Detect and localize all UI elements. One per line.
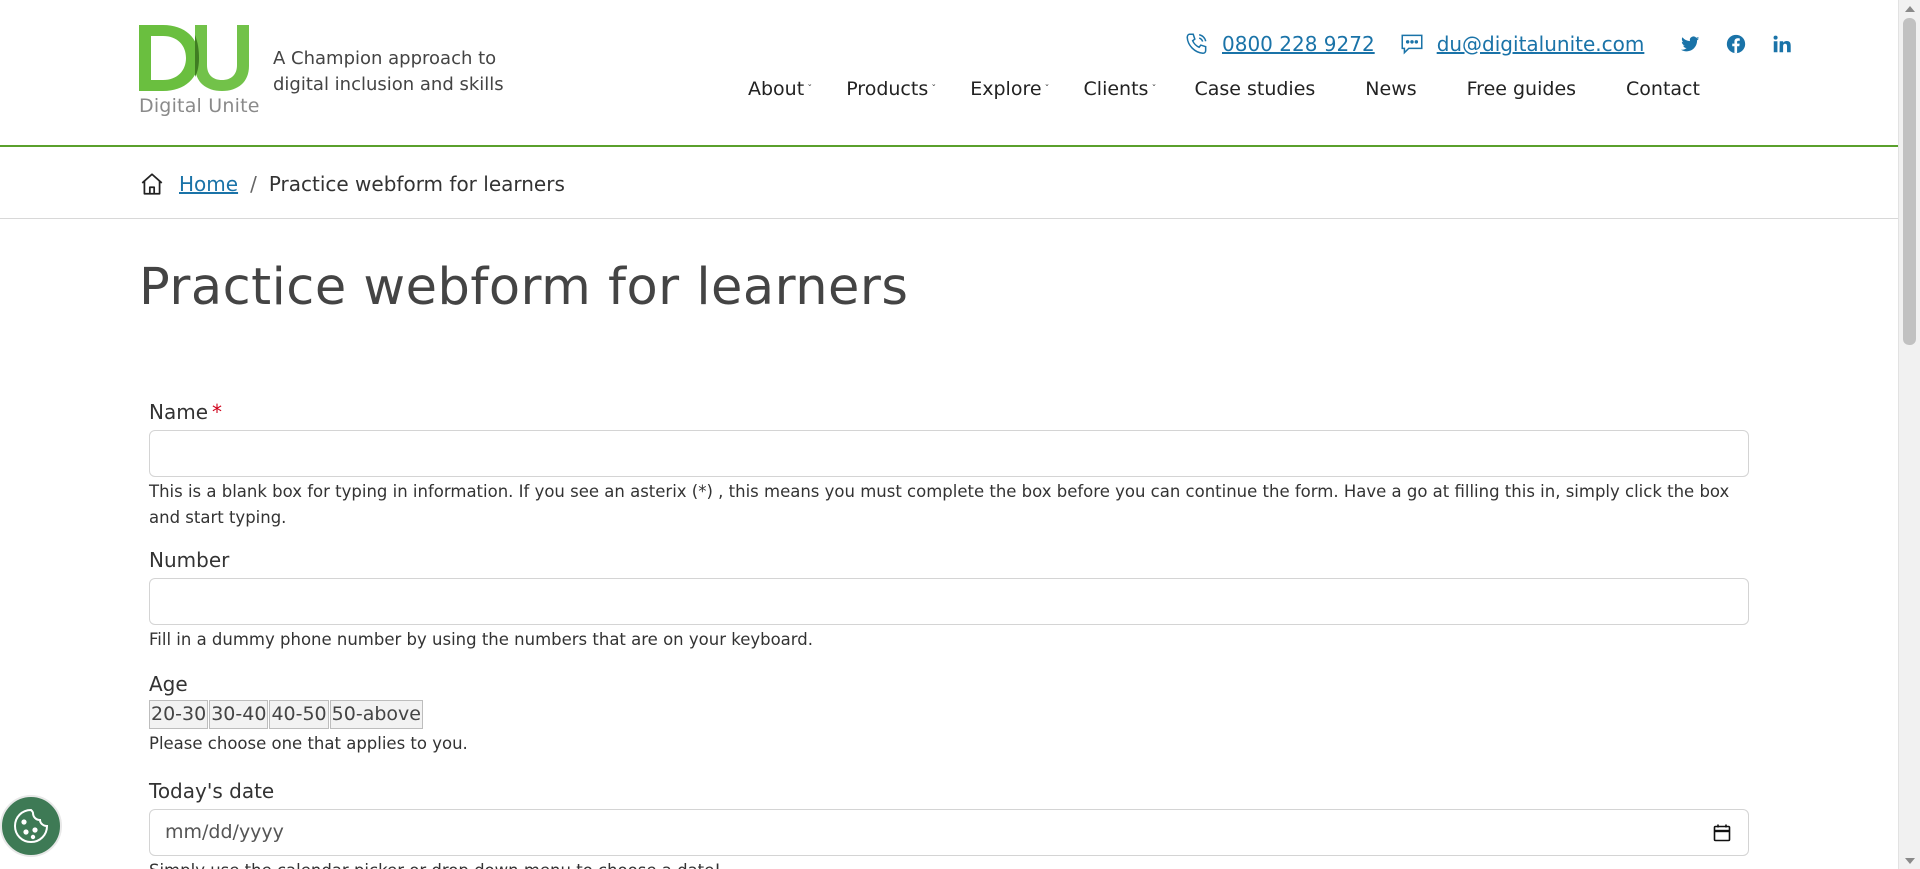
name-label-text: Name (149, 400, 209, 424)
nav-about[interactable]: About ˇ (748, 78, 812, 100)
twitter-icon[interactable] (1678, 32, 1702, 56)
main-navigation: About ˇ Products ˇ Explore ˇ Clients ˇ C… (748, 74, 1700, 104)
age-field: Age 20-30 30-40 40-50 50-above Please ch… (149, 672, 1749, 757)
date-help-text: Simply use the calendar picker or drop d… (149, 858, 1749, 869)
nav-free-guides[interactable]: Free guides (1467, 78, 1576, 100)
email-link[interactable]: du@digitalunite.com (1437, 32, 1645, 56)
nav-free-guides-label: Free guides (1466, 78, 1577, 100)
chevron-down-icon: ˇ (1044, 83, 1050, 95)
required-asterisk: * (212, 400, 223, 424)
scrollbar-thumb[interactable] (1903, 18, 1916, 345)
contact-bar: 0800 228 9272 du@digitalunite.com (1184, 28, 1816, 60)
phone-icon (1186, 33, 1207, 54)
nav-about-label: About (748, 78, 805, 100)
page-title: Practice webform for learners (139, 258, 909, 317)
nav-explore-label: Explore (970, 78, 1042, 100)
facebook-icon[interactable] (1724, 32, 1748, 56)
nav-products-label: Products (846, 78, 929, 100)
chevron-down-icon: ˇ (931, 83, 937, 95)
breadcrumb-home-link[interactable]: Home (179, 172, 238, 196)
scroll-up-arrow-icon[interactable] (1905, 6, 1915, 12)
nav-contact[interactable]: Contact (1626, 78, 1700, 100)
name-input[interactable] (149, 430, 1749, 477)
page-scrollbar[interactable] (1898, 0, 1920, 869)
age-options: 20-30 30-40 40-50 50-above (149, 700, 1749, 729)
age-option-20-30[interactable]: 20-30 (149, 700, 209, 729)
number-label: Number (149, 548, 230, 572)
nav-clients-label: Clients (1083, 78, 1149, 100)
phone-contact: 0800 228 9272 (1184, 31, 1375, 57)
email-contact: du@digitalunite.com (1399, 31, 1645, 57)
chevron-down-icon: ˇ (807, 83, 813, 95)
digital-unite-logo[interactable]: Digital Unite (139, 25, 259, 119)
scroll-down-arrow-icon[interactable] (1905, 858, 1915, 864)
name-field: Name * This is a blank box for typing in … (149, 400, 1749, 531)
number-input[interactable] (149, 578, 1749, 625)
breadcrumb: Home / Practice webform for learners (0, 149, 1898, 219)
nav-contact-label: Contact (1626, 78, 1700, 100)
name-label: Name * (149, 400, 1749, 424)
calendar-icon[interactable] (1712, 823, 1732, 843)
linkedin-icon[interactable] (1770, 32, 1794, 56)
du-logo-mark (139, 25, 249, 91)
nav-news[interactable]: News (1365, 78, 1416, 100)
date-label: Today's date (149, 779, 275, 803)
site-tagline: A Champion approach to digital inclusion… (273, 48, 504, 95)
date-input[interactable]: mm/dd/yyyy (149, 809, 1749, 856)
site-header: Digital Unite A Champion approach to dig… (0, 0, 1898, 147)
home-icon[interactable] (139, 171, 165, 197)
nav-case-studies[interactable]: Case studies (1194, 78, 1315, 100)
nav-products[interactable]: Products ˇ (846, 78, 936, 100)
logo-wordmark: Digital Unite (139, 95, 260, 117)
social-links (1678, 32, 1816, 56)
breadcrumb-trail: Home / Practice webform for learners (139, 171, 565, 197)
nav-news-label: News (1365, 78, 1417, 100)
chevron-down-icon: ˇ (1151, 83, 1157, 95)
phone-link[interactable]: 0800 228 9272 (1222, 32, 1375, 56)
nav-clients[interactable]: Clients ˇ (1084, 78, 1157, 100)
number-field: Number Fill in a dummy phone number by u… (149, 548, 1749, 653)
breadcrumb-current: Practice webform for learners (268, 172, 565, 196)
name-help-text: This is a blank box for typing in inform… (149, 482, 1730, 527)
age-help-text: Please choose one that applies to you. (149, 734, 468, 753)
breadcrumb-separator: / (250, 172, 257, 196)
age-label: Age (149, 672, 188, 696)
number-help-text: Fill in a dummy phone number by using th… (149, 630, 813, 649)
age-option-50-above[interactable]: 50-above (329, 700, 423, 729)
cookie-settings-button[interactable] (0, 795, 62, 857)
nav-case-studies-label: Case studies (1194, 78, 1316, 100)
date-placeholder: mm/dd/yyyy (165, 821, 284, 843)
cookie-icon (13, 808, 49, 844)
chat-icon (1401, 34, 1423, 55)
nav-explore[interactable]: Explore ˇ (970, 78, 1049, 100)
age-option-30-40[interactable]: 30-40 (209, 700, 269, 729)
age-option-40-50[interactable]: 40-50 (269, 700, 329, 729)
date-field: Today's date mm/dd/yyyy Simply use the c… (149, 779, 1749, 869)
